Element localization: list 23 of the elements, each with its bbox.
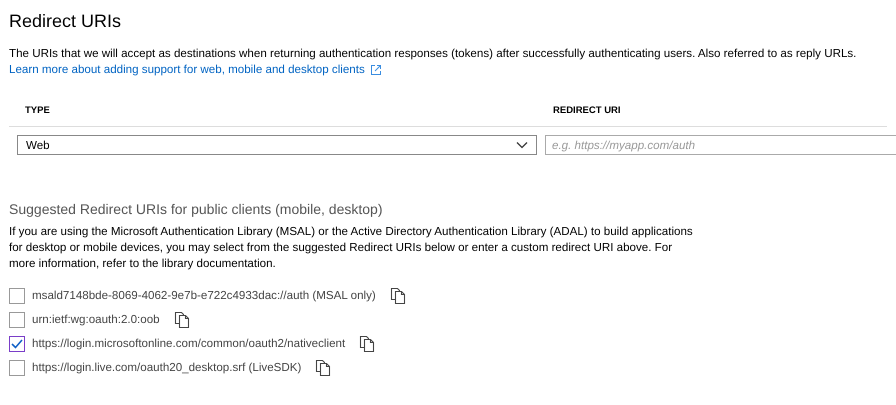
redirect-uri-option: https://login.live.com/oauth20_desktop.srf (LiveSDK)	[32, 361, 302, 374]
redirect-uri-option: https://login.microsoftonline.com/common/oauth2/nativeclient	[32, 337, 346, 350]
copy-icon[interactable]	[359, 335, 376, 352]
type-dropdown[interactable]: Web	[17, 135, 537, 155]
learn-more-link[interactable]: Learn more about adding support for web, mobile and desktop clients	[9, 62, 382, 78]
description: The URIs that we will accept as destinations when returning authentication responses (tokens) after successfully authenticating users. Also referred to as reply URLs.	[9, 46, 856, 62]
redirect-uri-option: msald7148bde-8069-4062-9e7b-e722c4933dac://auth (MSAL only)	[32, 289, 376, 302]
redirect-uri-option: urn:ietf:wg:oauth:2.0:oob	[32, 313, 160, 326]
column-header: TYPE	[25, 105, 50, 116]
checkbox[interactable]	[9, 288, 25, 304]
copy-icon[interactable]	[390, 287, 406, 304]
suggested-description: If you are using the Microsoft Authentication Library (MSAL) or the Active Directory Authentication Library (ADAL) to build applications for desktop or mobile devices, you may select from the suggested Redirect URIs below or enter a custom redirect URI above. For more information, refer to the library documentation.	[9, 224, 694, 272]
checkbox[interactable]	[9, 312, 25, 328]
external-link-icon	[370, 64, 382, 76]
suggested-heading: Suggested Redirect URIs for public clients (mobile, desktop)	[9, 201, 383, 217]
checkbox[interactable]	[9, 336, 25, 352]
redirect-uri-field[interactable]: e.g. https://myapp.com/auth	[545, 135, 896, 155]
checkbox[interactable]	[9, 360, 25, 376]
section-title: Redirect URIs	[9, 11, 122, 32]
chevron-down-icon	[516, 141, 528, 149]
copy-icon[interactable]	[174, 311, 190, 328]
copy-icon[interactable]	[315, 359, 332, 376]
column-header: REDIRECT URI	[553, 105, 621, 116]
